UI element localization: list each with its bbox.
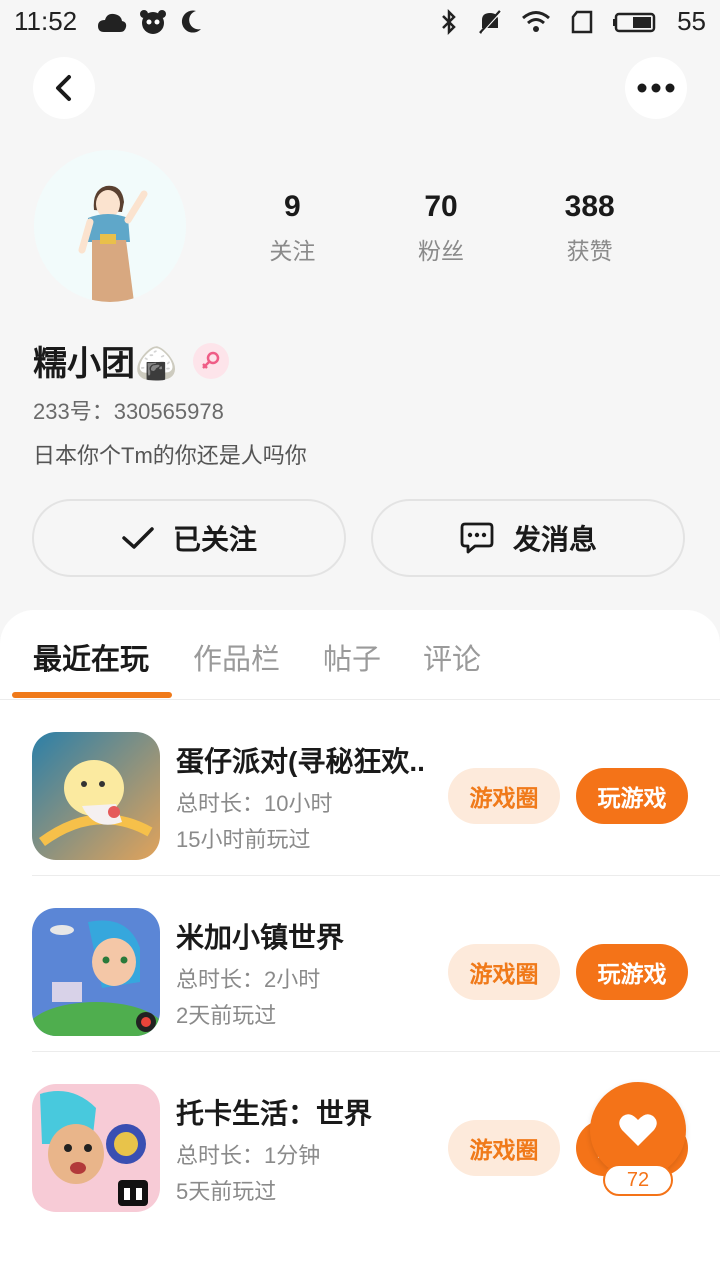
- nickname: 糯小团🍙: [33, 345, 178, 383]
- game-icon-miga-world[interactable]: [32, 908, 160, 1036]
- game-title: 蛋仔派对(寻秘狂欢..: [176, 746, 425, 777]
- followed-label: 已关注: [172, 524, 257, 555]
- chevron-left-icon: [56, 75, 71, 101]
- stat-label: 关注: [269, 238, 316, 264]
- sim-icon: [571, 10, 593, 33]
- game-duration: 总时长：2小时: [176, 967, 321, 992]
- game-icon-egg-party[interactable]: [32, 732, 160, 860]
- avatar-illustration-icon: [34, 150, 186, 302]
- game-duration: 总时长：1分钟: [176, 1143, 321, 1168]
- wifi-icon: [522, 10, 551, 32]
- like-count-badge: 72: [603, 1164, 673, 1196]
- battery-icon: [613, 12, 656, 32]
- avatar[interactable]: [34, 150, 186, 302]
- stat-value: 388: [564, 190, 615, 223]
- game-title: 米加小镇世界: [176, 922, 345, 953]
- game-circle-button[interactable]: 游戏圈: [448, 1120, 560, 1176]
- game-row[interactable]: 米加小镇世界 总时长：2小时 2天前玩过 游戏圈 玩游戏: [32, 876, 720, 1052]
- checkmark-icon: [122, 527, 154, 549]
- user-id: 233号：330565978: [33, 399, 224, 424]
- profile-stats: 9 关注 70 粉丝 388 获赞: [218, 190, 664, 266]
- play-game-button[interactable]: 玩游戏: [576, 944, 688, 1000]
- game-last-played: 2天前玩过: [176, 1003, 277, 1028]
- moon-icon: [181, 10, 201, 33]
- tab-bar: 最近在玩 作品栏 帖子 评论: [0, 610, 720, 700]
- game-last-played: 5天前玩过: [176, 1179, 277, 1204]
- game-circle-button[interactable]: 游戏圈: [448, 944, 560, 1000]
- game-circle-button[interactable]: 游戏圈: [448, 768, 560, 824]
- play-game-button[interactable]: 玩游戏: [576, 768, 688, 824]
- bluetooth-icon: [442, 8, 456, 35]
- game-icon-toca-life[interactable]: [32, 1084, 160, 1212]
- stat-likes[interactable]: 388 获赞: [515, 190, 664, 266]
- tab-posts[interactable]: 帖子: [323, 636, 381, 678]
- tab-works[interactable]: 作品栏: [193, 636, 280, 678]
- stat-label: 粉丝: [418, 238, 464, 264]
- user-bio: 日本你个Tm的你还是人吗你: [33, 443, 307, 468]
- followed-button[interactable]: 已关注: [32, 499, 346, 577]
- status-time: 11:52: [14, 6, 78, 36]
- tab-comments[interactable]: 评论: [423, 636, 481, 678]
- nickname-row: 糯小团🍙: [33, 336, 230, 385]
- game-duration: 总时长：10小时: [176, 791, 333, 816]
- more-options-button[interactable]: [625, 57, 687, 119]
- stat-value: 9: [283, 190, 301, 223]
- send-message-button[interactable]: 发消息: [371, 499, 685, 577]
- chat-bubble-icon: [460, 522, 494, 554]
- panda-icon: [140, 10, 166, 34]
- status-bar: 11:52 55: [0, 0, 720, 46]
- cloud-icon: [98, 13, 127, 32]
- mute-icon: [479, 9, 503, 34]
- stat-followers[interactable]: 70 粉丝: [367, 190, 516, 266]
- battery-level: 55: [677, 6, 706, 36]
- back-button[interactable]: [33, 57, 95, 119]
- stat-value: 70: [424, 190, 458, 223]
- heart-icon: [619, 1114, 657, 1146]
- female-gender-icon: [193, 342, 230, 379]
- stat-label: 获赞: [566, 238, 613, 264]
- game-title: 托卡生活：世界: [176, 1098, 373, 1129]
- send-message-label: 发消息: [512, 524, 597, 555]
- game-row[interactable]: 蛋仔派对(寻秘狂欢.. 总时长：10小时 15小时前玩过 游戏圈 玩游戏: [32, 700, 720, 876]
- more-dots-icon: [637, 83, 675, 93]
- tab-recently-playing[interactable]: 最近在玩: [33, 636, 149, 678]
- game-last-played: 15小时前玩过: [176, 827, 311, 852]
- active-tab-indicator: [12, 692, 172, 698]
- stat-following[interactable]: 9 关注: [218, 190, 367, 266]
